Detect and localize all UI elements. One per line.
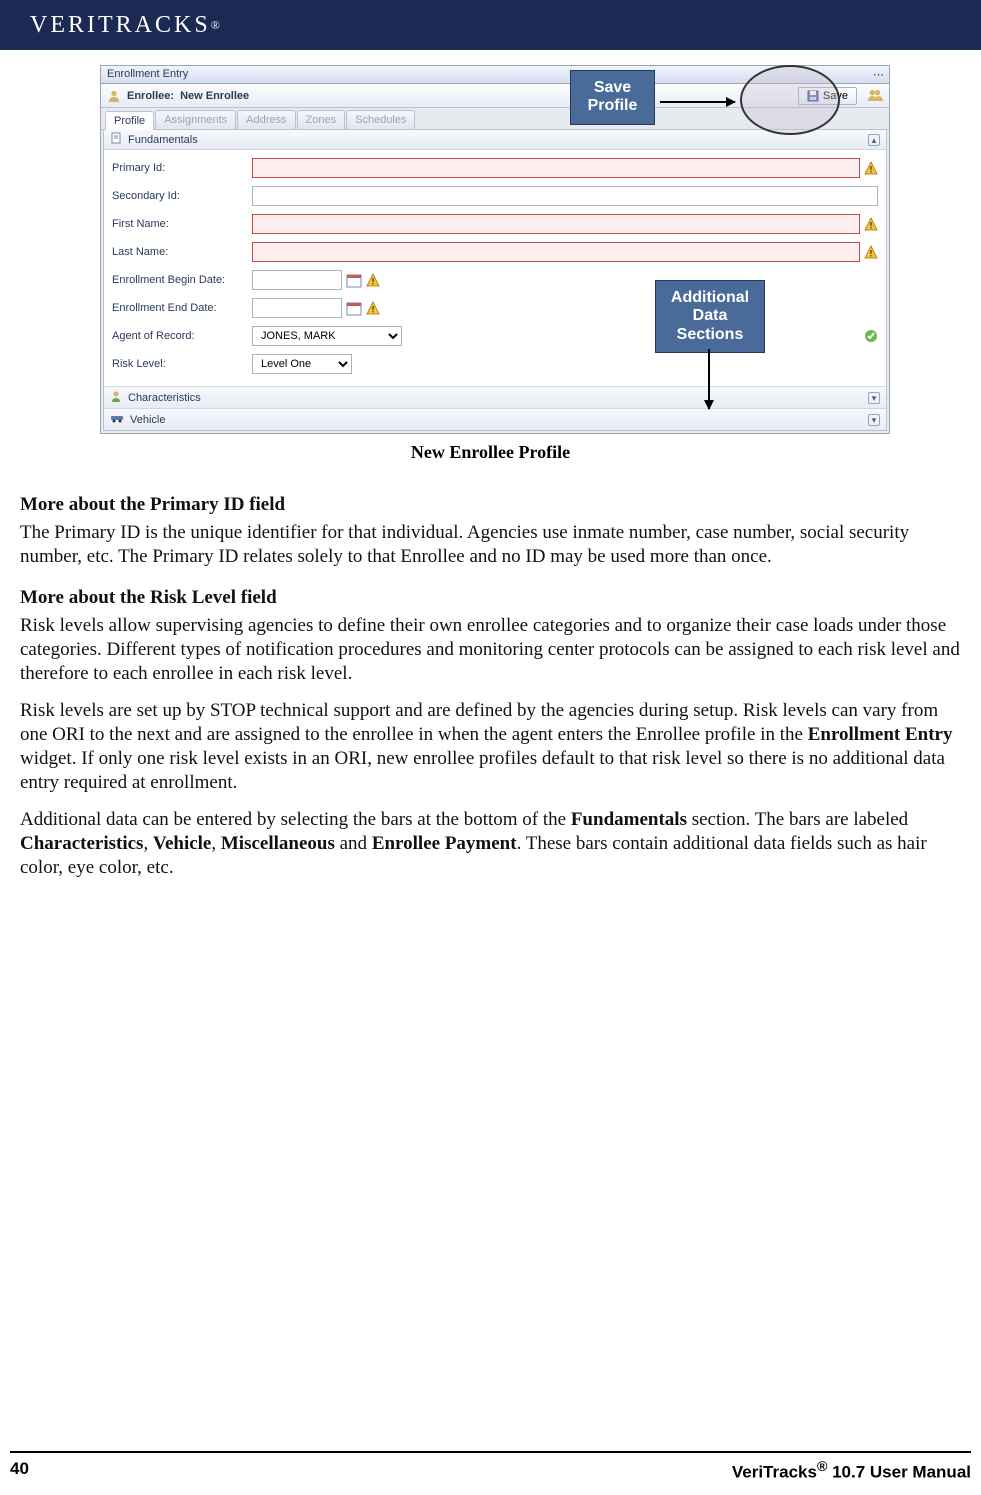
- para-risk-1: Risk levels allow supervising agencies t…: [20, 614, 961, 685]
- brand-name: VERITRACKS: [30, 12, 211, 39]
- para-primary-id: The Primary ID is the unique identifier …: [20, 521, 961, 569]
- input-last-name[interactable]: [252, 242, 860, 262]
- footer-title: VeriTracks® 10.7 User Manual: [732, 1459, 971, 1483]
- callout-additional-sections: Additional Data Sections: [655, 280, 765, 353]
- label-primary-id: Primary Id:: [112, 162, 252, 174]
- window-controls-icon: ⋯: [873, 68, 883, 78]
- heading-risk-level: More about the Risk Level field: [20, 586, 961, 610]
- vehicle-icon: [110, 412, 124, 427]
- tab-assignments[interactable]: Assignments: [155, 110, 236, 129]
- row-secondary-id: Secondary Id:: [112, 182, 878, 210]
- row-risk: Risk Level: Level One: [112, 350, 878, 378]
- section-characteristics[interactable]: Characteristics ▾: [104, 386, 886, 408]
- enrollee-value: New Enrollee: [180, 90, 249, 102]
- tab-zones[interactable]: Zones: [297, 110, 346, 129]
- expand-down-icon[interactable]: ▾: [868, 392, 880, 404]
- ok-icon: [864, 329, 878, 343]
- input-begin-date[interactable]: [252, 270, 342, 290]
- row-first-name: First Name:: [112, 210, 878, 238]
- page-number: 40: [10, 1459, 29, 1483]
- heading-primary-id: More about the Primary ID field: [20, 493, 961, 517]
- para-risk-2: Risk levels are set up by STOP technical…: [20, 699, 961, 794]
- enrollment-screenshot: Save Profile Additional Data Sections En…: [100, 65, 890, 434]
- people-icon[interactable]: [867, 89, 883, 103]
- tab-address[interactable]: Address: [237, 110, 295, 129]
- figure-caption: New Enrollee Profile: [10, 442, 971, 463]
- warning-icon: [864, 245, 878, 259]
- input-first-name[interactable]: [252, 214, 860, 234]
- section-fundamentals-label: Fundamentals: [128, 134, 198, 146]
- warning-icon: [864, 161, 878, 175]
- calendar-icon[interactable]: [346, 300, 362, 316]
- expand-down-icon[interactable]: ▾: [868, 414, 880, 426]
- body-text: More about the Primary ID field The Prim…: [10, 493, 971, 880]
- footer-rule: [10, 1451, 971, 1453]
- person-small-icon: [110, 390, 122, 405]
- callout-circle: [740, 65, 840, 135]
- callout-save-profile: Save Profile: [570, 70, 655, 125]
- label-first-name: First Name:: [112, 218, 252, 230]
- warning-icon: [366, 301, 380, 315]
- label-agent: Agent of Record:: [112, 330, 252, 342]
- row-primary-id: Primary Id:: [112, 154, 878, 182]
- label-risk: Risk Level:: [112, 358, 252, 370]
- tab-profile[interactable]: Profile: [105, 111, 154, 130]
- section-fundamentals[interactable]: Fundamentals ▴: [104, 130, 886, 150]
- arrow-sections: [708, 349, 710, 409]
- warning-icon: [864, 217, 878, 231]
- reg-mark: ®: [211, 18, 223, 33]
- row-last-name: Last Name:: [112, 238, 878, 266]
- warning-icon: [366, 273, 380, 287]
- page-footer: 40 VeriTracks® 10.7 User Manual: [10, 1459, 971, 1483]
- select-risk[interactable]: Level One: [252, 354, 352, 374]
- label-begin-date: Enrollment Begin Date:: [112, 274, 252, 286]
- doc-icon: [110, 132, 122, 147]
- select-agent[interactable]: JONES, MARK: [252, 326, 402, 346]
- label-last-name: Last Name:: [112, 246, 252, 258]
- input-secondary-id[interactable]: [252, 186, 878, 206]
- para-risk-3: Additional data can be entered by select…: [20, 808, 961, 879]
- section-characteristics-label: Characteristics: [128, 392, 201, 404]
- person-icon: [107, 89, 121, 103]
- calendar-icon[interactable]: [346, 272, 362, 288]
- window-title: Enrollment Entry: [107, 68, 188, 81]
- section-vehicle[interactable]: Vehicle ▾: [104, 408, 886, 430]
- input-end-date[interactable]: [252, 298, 342, 318]
- section-vehicle-label: Vehicle: [130, 414, 165, 426]
- label-end-date: Enrollment End Date:: [112, 302, 252, 314]
- enrollee-label: Enrollee:: [127, 90, 174, 102]
- label-secondary-id: Secondary Id:: [112, 190, 252, 202]
- brand-header: VERITRACKS®: [0, 0, 981, 50]
- input-primary-id[interactable]: [252, 158, 860, 178]
- collapse-up-icon[interactable]: ▴: [868, 134, 880, 146]
- arrow-save: [660, 101, 735, 103]
- tab-schedules[interactable]: Schedules: [346, 110, 415, 129]
